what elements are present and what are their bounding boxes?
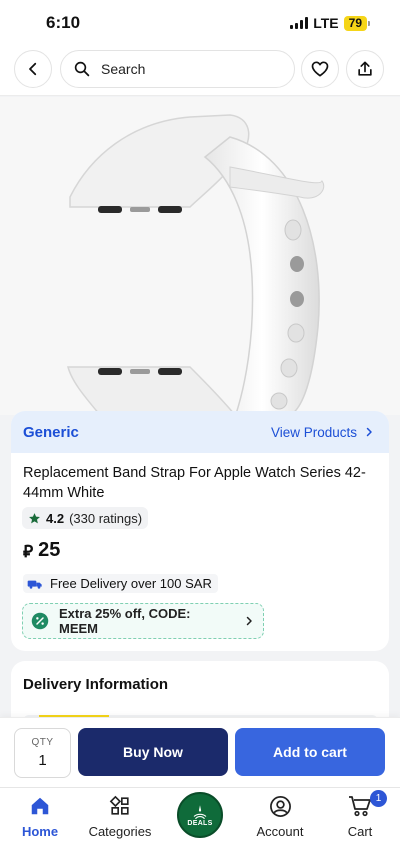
- cart-icon: [349, 796, 371, 817]
- cart-count-badge: 1: [370, 790, 387, 807]
- signal-icon: [290, 17, 309, 29]
- coupon-text: Extra 25% off, CODE: MEEM: [59, 606, 191, 636]
- purchase-action-bar: QTY 1 Buy Now Add to cart: [0, 717, 400, 787]
- add-to-cart-button[interactable]: Add to cart: [235, 728, 385, 776]
- chevron-right-icon: [366, 427, 372, 437]
- view-products-label: View Products: [270, 424, 357, 440]
- star-icon: [29, 512, 40, 523]
- tab-home[interactable]: Home: [0, 794, 80, 839]
- share-button[interactable]: [346, 50, 384, 88]
- price-row: ⃁ 25: [23, 539, 60, 562]
- coupon-banner[interactable]: Extra 25% off, CODE: MEEM: [22, 603, 264, 639]
- currency-symbol: ⃁: [23, 541, 34, 561]
- brand-name[interactable]: Generic: [23, 424, 79, 441]
- search-placeholder: Search: [101, 61, 146, 77]
- top-nav: Search: [0, 44, 400, 96]
- buy-now-button[interactable]: Buy Now: [78, 728, 228, 776]
- product-info-card: Generic View Products Replacement Band S…: [11, 411, 389, 651]
- quantity-value: 1: [38, 752, 47, 769]
- product-image[interactable]: [0, 97, 400, 415]
- tab-categories[interactable]: Categories: [80, 794, 160, 839]
- heart-icon: [311, 61, 329, 77]
- home-icon: [31, 797, 49, 815]
- wishlist-button[interactable]: [301, 50, 339, 88]
- product-title: Replacement Band Strap For Apple Watch S…: [23, 465, 366, 501]
- tab-home-label: Home: [21, 824, 59, 839]
- quantity-selector[interactable]: QTY 1: [14, 728, 71, 778]
- price: 25: [38, 539, 61, 561]
- categories-icon: [109, 795, 129, 815]
- network-type: LTE: [313, 15, 339, 31]
- tab-categories-label: Categories: [88, 824, 152, 839]
- delivery-information-heading: Delivery Information: [23, 676, 169, 693]
- view-products-link[interactable]: View Products: [271, 425, 375, 440]
- status-bar: 6:10 LTE 79: [0, 0, 400, 44]
- quantity-label: QTY: [31, 737, 54, 748]
- rating-score: 4.2: [46, 510, 65, 526]
- tab-deals-label: DEALS: [187, 819, 213, 827]
- tab-deals[interactable]: DEALS: [177, 792, 223, 838]
- share-icon: [358, 61, 372, 76]
- tab-account-label: Account: [256, 824, 304, 839]
- watch-band-image: [67, 114, 325, 415]
- truck-icon: [27, 580, 42, 589]
- account-icon: [269, 795, 291, 817]
- search-input[interactable]: Search: [60, 50, 295, 88]
- search-icon: [74, 61, 90, 77]
- rating-count: (330 ratings): [69, 510, 143, 526]
- chevron-right-icon: [246, 616, 252, 626]
- brand-bar: Generic View Products: [11, 411, 389, 453]
- back-button[interactable]: [14, 50, 52, 88]
- chevron-left-icon: [29, 62, 37, 76]
- status-indicators: LTE 79: [290, 15, 370, 31]
- tab-account[interactable]: Account: [240, 794, 320, 839]
- free-delivery-text: Free Delivery over 100 SAR: [50, 576, 212, 591]
- discount-icon: [31, 612, 49, 630]
- battery-icon: 79: [343, 15, 370, 31]
- status-time: 6:10: [46, 13, 81, 32]
- battery-level: 79: [343, 15, 367, 31]
- rating-badge[interactable]: 4.2 (330 ratings): [22, 507, 149, 529]
- free-delivery-badge: Free Delivery over 100 SAR: [23, 574, 218, 593]
- deals-emblem-icon: [193, 804, 207, 819]
- bottom-tab-bar: Home Categories DEALS Account 1 Cart: [0, 787, 400, 864]
- tab-cart[interactable]: 1 Cart: [320, 790, 400, 839]
- tab-cart-label: Cart: [347, 824, 373, 839]
